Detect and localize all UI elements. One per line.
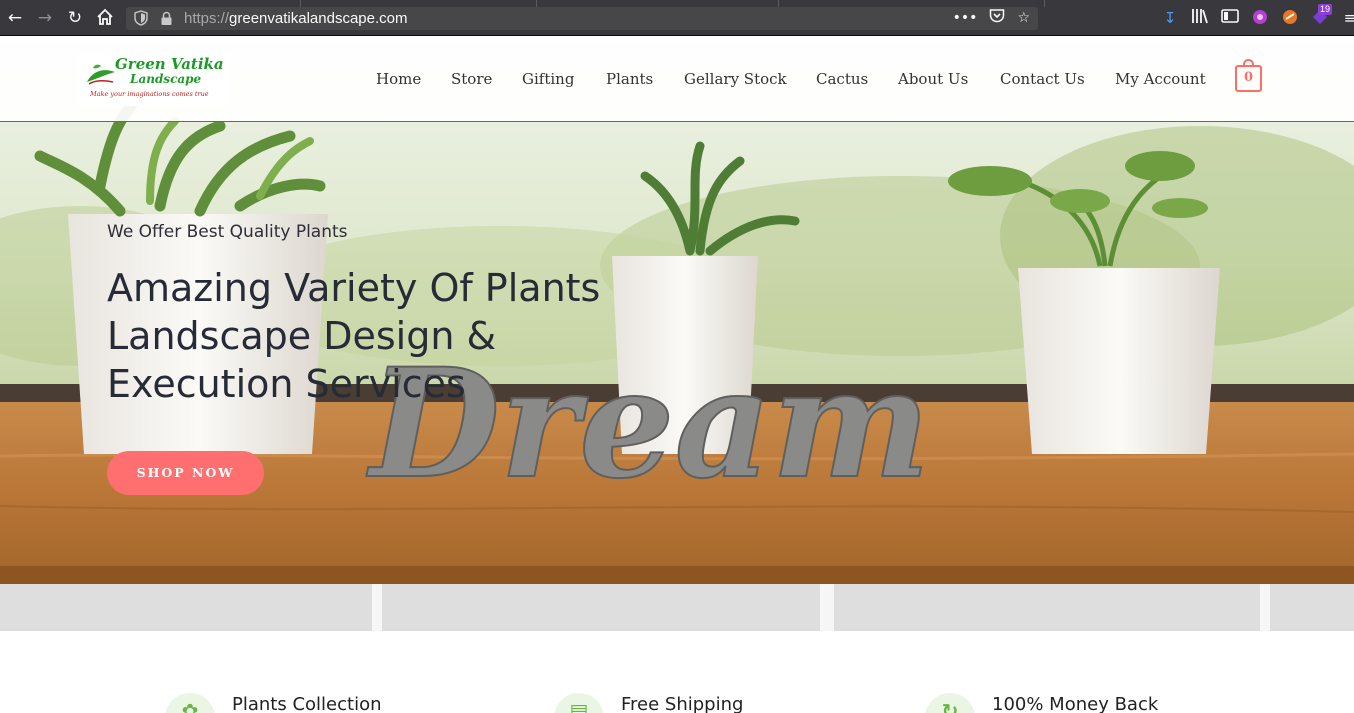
reload-icon[interactable]: ↻ xyxy=(65,8,85,28)
nav-my-account[interactable]: My Account xyxy=(1115,69,1206,89)
forward-arrow-icon[interactable]: → xyxy=(35,8,55,28)
cart-button[interactable]: 0 xyxy=(1235,59,1262,92)
nav-cactus[interactable]: Cactus xyxy=(816,69,868,89)
nav-gellary-stock[interactable]: Gellary Stock xyxy=(684,69,787,89)
sidebar-icon[interactable] xyxy=(1220,8,1240,28)
back-arrow-icon[interactable]: ← xyxy=(5,8,25,28)
nav-plants[interactable]: Plants xyxy=(606,69,653,89)
nav-home[interactable]: Home xyxy=(376,69,421,89)
menu-icon[interactable]: ≡ xyxy=(1340,8,1354,28)
hero-section: Dream We Offer Best Quality Plants Amazi… xyxy=(0,36,1354,631)
home-icon[interactable] xyxy=(95,8,115,28)
bookmark-star-icon[interactable]: ☆ xyxy=(1017,9,1030,28)
money-back-icon: ↻ xyxy=(925,693,975,713)
nav-contact-us[interactable]: Contact Us xyxy=(1000,69,1085,89)
hero-title-line: Amazing Variety Of Plants xyxy=(107,266,601,310)
feature-title: Free Shipping xyxy=(621,694,744,713)
pocket-icon[interactable] xyxy=(989,8,1005,29)
feature-title: 100% Money Back xyxy=(992,694,1159,713)
downloads-icon[interactable]: ↧ xyxy=(1160,8,1180,28)
hero-content: We Offer Best Quality Plants Amazing Var… xyxy=(107,36,807,631)
extension-icon[interactable] xyxy=(1280,8,1300,28)
logo-tagline: Make your imaginations comes true xyxy=(90,90,209,98)
hero-title: Amazing Variety Of Plants Landscape Desi… xyxy=(107,264,600,408)
shopping-bag-icon xyxy=(1243,59,1254,67)
features-strip: ✿ Plants Collection ▤ Free Shipping ↻ 10… xyxy=(0,631,1354,713)
nav-store[interactable]: Store xyxy=(451,69,492,89)
hero-kicker: We Offer Best Quality Plants xyxy=(107,222,348,242)
page-actions-icon[interactable]: ••• xyxy=(953,9,978,28)
main-navigation: Home Store Gifting Plants Gellary Stock … xyxy=(0,69,1354,89)
extension-badge: 19 xyxy=(1318,4,1333,15)
nav-gifting[interactable]: Gifting xyxy=(522,69,574,89)
lock-icon[interactable] xyxy=(160,11,173,26)
site-header: Green Vatika Landscape Make your imagina… xyxy=(0,36,1354,122)
feature-title: Plants Collection xyxy=(232,694,382,713)
library-icon[interactable] xyxy=(1190,8,1210,28)
extension-icon[interactable] xyxy=(1250,8,1270,28)
shop-now-button[interactable]: SHOP NOW xyxy=(107,451,264,495)
truck-icon: ▤ xyxy=(554,693,604,713)
url-text[interactable]: https://greenvatikalandscape.com xyxy=(184,10,407,27)
tracking-shield-icon[interactable] xyxy=(134,10,148,26)
hero-title-line: Execution Services xyxy=(107,362,466,406)
cart-count: 0 xyxy=(1243,70,1254,85)
browser-toolbar: ← → ↻ https://greenvatikalandscape.com •… xyxy=(0,0,1354,36)
plant-icon: ✿ xyxy=(165,693,215,713)
address-bar[interactable]: https://greenvatikalandscape.com ••• ☆ xyxy=(126,7,1038,30)
hero-title-line: Landscape Design & xyxy=(107,314,497,358)
nav-about-us[interactable]: About Us xyxy=(898,69,968,89)
